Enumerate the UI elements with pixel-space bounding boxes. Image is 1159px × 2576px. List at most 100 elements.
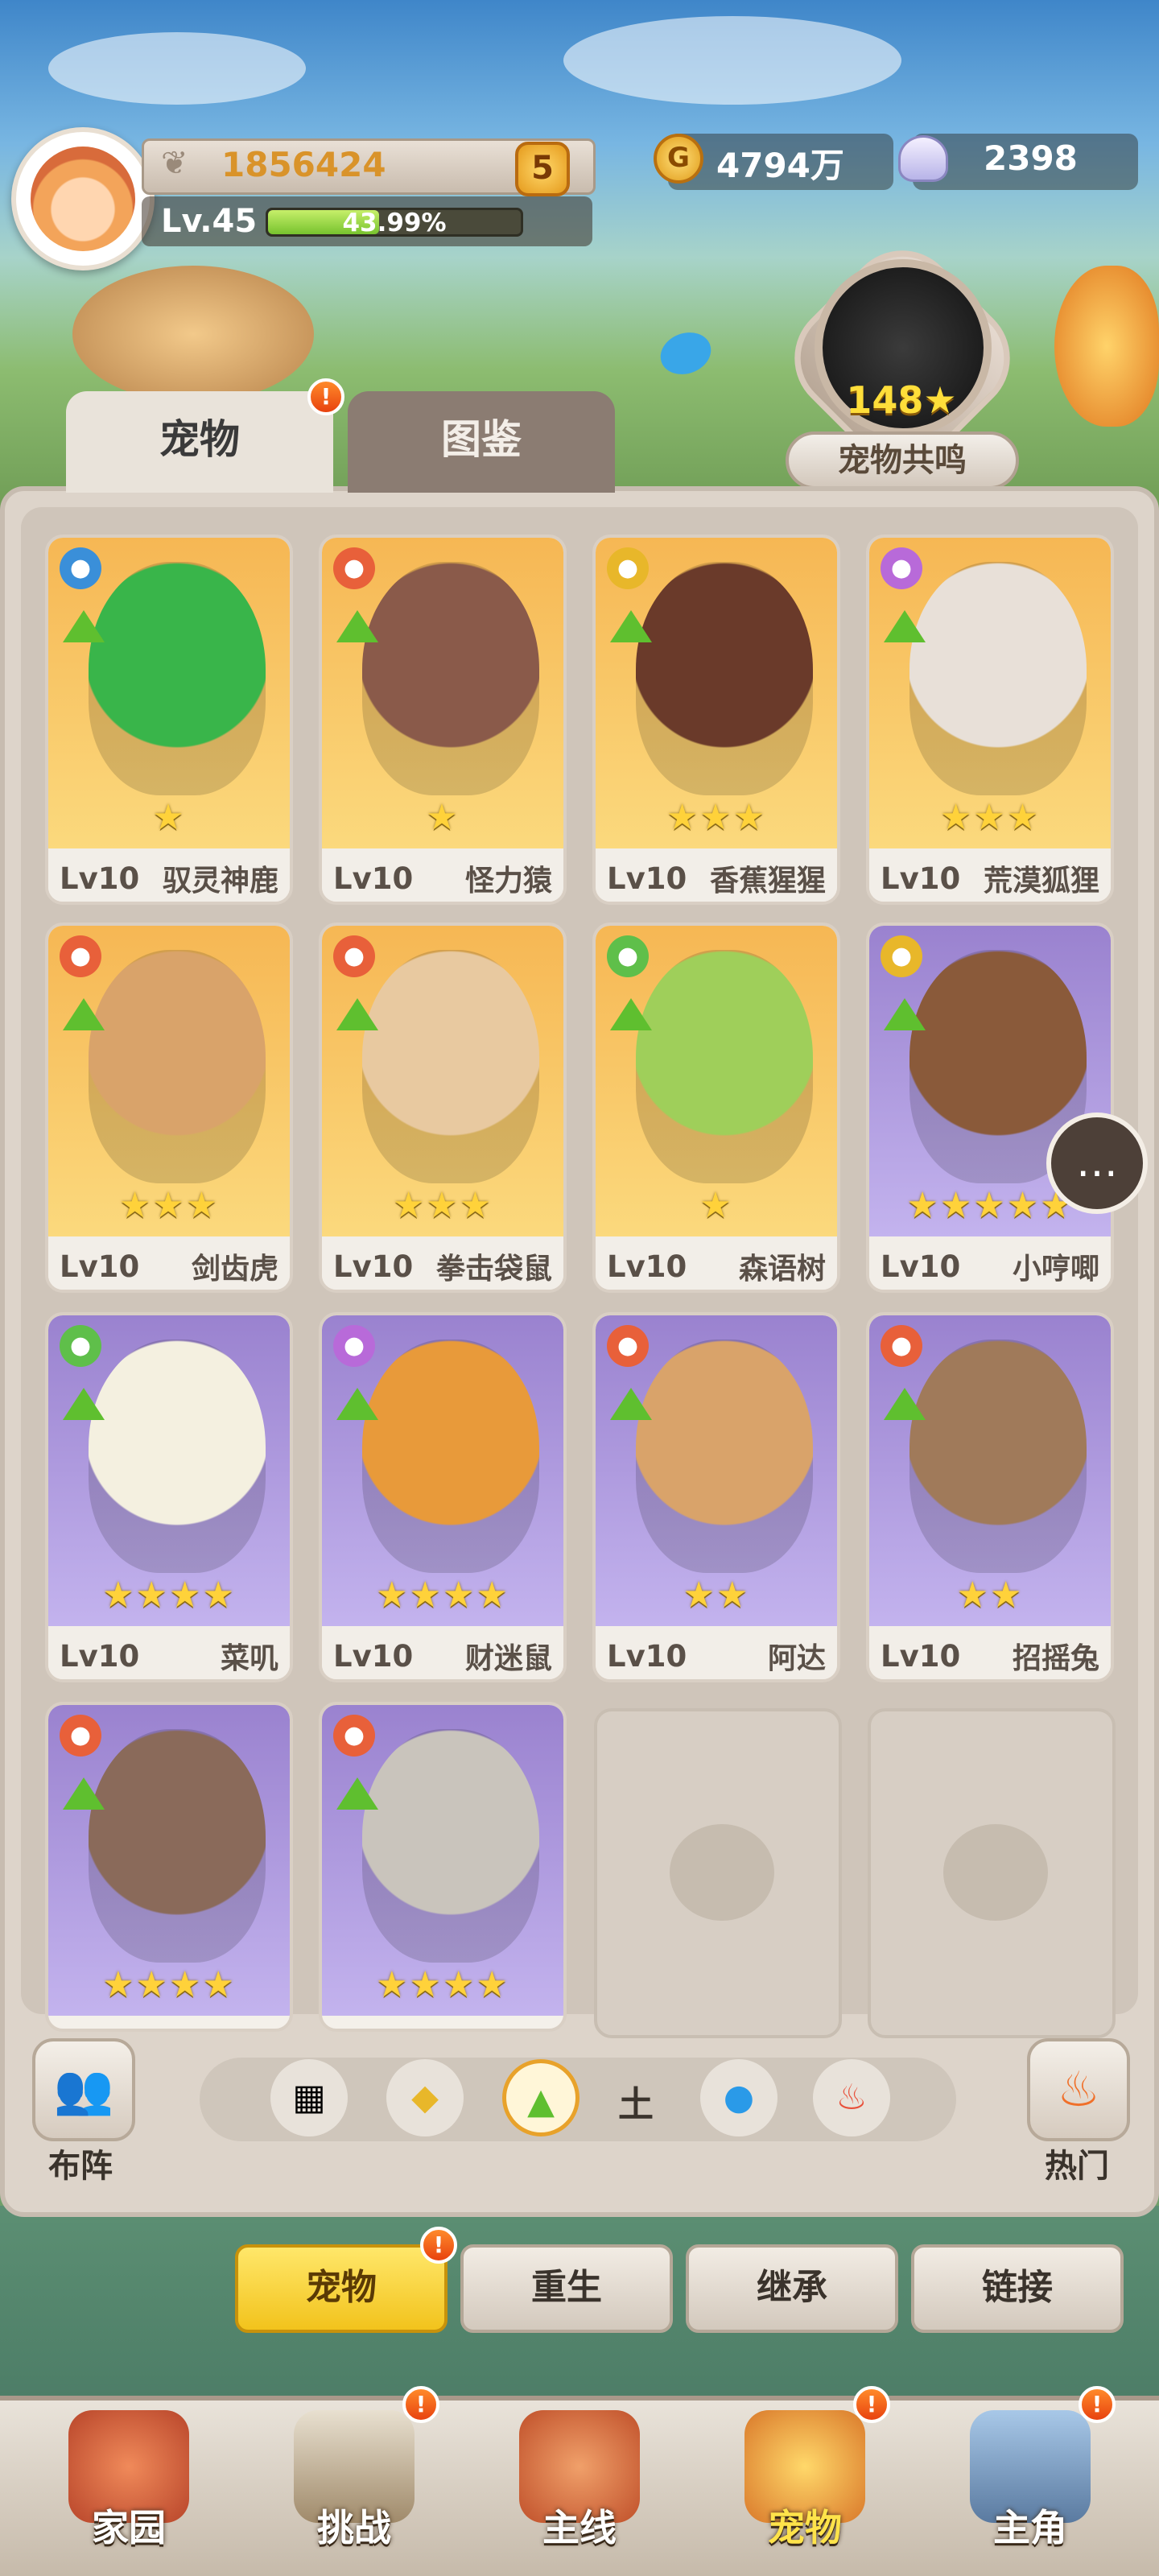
pet-stars: ★★★★ bbox=[376, 1964, 509, 2005]
coin-icon: G bbox=[654, 134, 703, 184]
sub-tab-inherit[interactable]: 继承 bbox=[686, 2244, 898, 2333]
star-icon: ★ bbox=[923, 378, 957, 422]
grass-type-icon bbox=[336, 1777, 378, 1810]
tab-codex[interactable]: 图鉴 bbox=[348, 391, 615, 493]
sub-tab-link[interactable]: 链接 bbox=[911, 2244, 1124, 2333]
spiral-icon: ● bbox=[881, 547, 922, 589]
grass-type-icon bbox=[610, 610, 652, 642]
cloud-decoration bbox=[563, 16, 901, 105]
grass-type-icon bbox=[336, 1388, 378, 1420]
pet-name: 菜叽 bbox=[220, 1642, 278, 1675]
rank-badge[interactable]: 5 bbox=[515, 142, 570, 196]
hot-button[interactable]: ♨ bbox=[1027, 2038, 1130, 2141]
all-filter-icon[interactable]: ▦ bbox=[270, 2059, 348, 2136]
chat-icon[interactable]: … bbox=[1046, 1113, 1148, 1214]
nav-home[interactable]: 家园 bbox=[32, 2402, 225, 2571]
pet-card[interactable]: ● ★ Lv10 怪力猿 bbox=[319, 535, 567, 905]
pet-name: 阿达 bbox=[767, 1642, 826, 1675]
pet-label: Lv10 荒漠狐狸 bbox=[869, 848, 1111, 902]
lineup-button[interactable]: 👥 bbox=[32, 2038, 135, 2141]
pet-label: Lv10 菜叽 bbox=[48, 1626, 290, 1679]
grass-type-icon bbox=[610, 998, 652, 1030]
grass-type-icon bbox=[63, 998, 105, 1030]
water-filter-icon[interactable]: ● bbox=[700, 2059, 777, 2136]
wings-icon: ❦ bbox=[161, 145, 188, 182]
pet-card[interactable]: ● ★ Lv10 森语树 bbox=[592, 923, 840, 1293]
pet-level: Lv10 bbox=[881, 861, 961, 896]
pet-card[interactable]: ● ★★ Lv10 阿达 bbox=[592, 1312, 840, 1682]
earth-label: 土 bbox=[618, 2084, 654, 2125]
pet-card[interactable]: ● ★★★ Lv10 剑齿虎 bbox=[45, 923, 293, 1293]
pet-name: 驭灵神鹿 bbox=[162, 865, 278, 898]
pet-portrait bbox=[362, 562, 539, 795]
pet-stars: ★★★★ bbox=[102, 1964, 236, 2005]
pet-stars: ★★★ bbox=[666, 797, 767, 838]
coin-value: 4794万 bbox=[716, 146, 844, 185]
wind-icon: ● bbox=[60, 547, 101, 589]
shield-icon: ● bbox=[881, 935, 922, 977]
pet-card[interactable]: ● ★★★ Lv10 荒漠狐狸 bbox=[866, 535, 1114, 905]
pet-card[interactable]: ● ★★ Lv10 招摇兔 bbox=[866, 1312, 1114, 1682]
fist-icon: ● bbox=[607, 1325, 649, 1367]
pet-portrait bbox=[636, 1340, 813, 1573]
nav-challenge[interactable]: 挑战 bbox=[258, 2402, 451, 2571]
resonance-label[interactable]: 宠物共鸣 bbox=[786, 431, 1019, 489]
pet-card[interactable]: ● ★★★★ Lv10 菜叽 bbox=[45, 1312, 293, 1682]
pet-level: Lv10 bbox=[607, 861, 687, 896]
cloud-decoration bbox=[48, 32, 306, 105]
fist-icon: ● bbox=[60, 935, 101, 977]
pet-level: Lv10 bbox=[333, 1249, 414, 1284]
tab-pets[interactable]: 宠物 bbox=[66, 391, 333, 493]
fist-icon: ● bbox=[333, 547, 375, 589]
pet-name: 荒漠狐狸 bbox=[983, 865, 1099, 898]
sub-tab-rebirth[interactable]: 重生 bbox=[460, 2244, 673, 2333]
grass-filter-icon[interactable]: ▲ bbox=[502, 2059, 580, 2136]
pet-portrait bbox=[89, 950, 266, 1183]
pet-card[interactable]: ● ★★★★★ Lv10 小哼唧 bbox=[866, 923, 1114, 1293]
empty-pet-slot bbox=[868, 1708, 1116, 2038]
sub-tab-pets[interactable]: 宠物 bbox=[235, 2244, 448, 2333]
pet-level: Lv10 bbox=[333, 1638, 414, 1674]
lineup-label: 布阵 bbox=[48, 2148, 113, 2185]
pet-portrait bbox=[909, 1340, 1087, 1573]
grass-type-icon bbox=[884, 610, 926, 642]
pet-label: Lv10 驭灵神鹿 bbox=[48, 848, 290, 902]
nav-pets[interactable]: 宠物 bbox=[708, 2402, 901, 2571]
nav-hero[interactable]: 主角 bbox=[934, 2402, 1127, 2571]
player-avatar[interactable] bbox=[11, 127, 155, 270]
pet-stars: ★★★★ bbox=[376, 1575, 509, 1616]
pet-name: 怪力猿 bbox=[464, 865, 552, 898]
fire-filter-icon[interactable]: ♨ bbox=[813, 2059, 890, 2136]
pet-card[interactable]: ● ★★★★ bbox=[319, 1702, 567, 2032]
paw-icon bbox=[670, 1824, 774, 1921]
pet-stars: ★ bbox=[152, 797, 186, 838]
pet-stars: ★★ bbox=[956, 1575, 1024, 1616]
player-level: Lv.45 bbox=[161, 203, 258, 240]
pet-name: 剑齿虎 bbox=[191, 1253, 278, 1286]
pet-card[interactable]: ● ★★★★ bbox=[45, 1702, 293, 2032]
pet-portrait bbox=[362, 1729, 539, 1963]
grass-type-icon bbox=[884, 1388, 926, 1420]
rock-filter-icon[interactable]: ◆ bbox=[386, 2059, 464, 2136]
pet-level: Lv10 bbox=[60, 1638, 140, 1674]
grass-type-icon bbox=[63, 610, 105, 642]
nav-main-story[interactable]: 主线 bbox=[483, 2402, 676, 2571]
pet-portrait bbox=[362, 1340, 539, 1573]
pet-label: Lv10 拳击袋鼠 bbox=[322, 1236, 563, 1290]
pet-stars: ★★★★ bbox=[102, 1575, 236, 1616]
flame-icon: ♨ bbox=[1057, 2062, 1100, 2118]
pet-stars: ★★ bbox=[683, 1575, 750, 1616]
pet-card[interactable]: ● ★ Lv10 驭灵神鹿 bbox=[45, 535, 293, 905]
grass-type-icon bbox=[63, 1777, 105, 1810]
grass-type-icon bbox=[884, 998, 926, 1030]
pet-label: Lv10 香蕉猩猩 bbox=[596, 848, 837, 902]
pet-card[interactable]: ● ★★★ Lv10 拳击袋鼠 bbox=[319, 923, 567, 1293]
pet-label: Lv10 招摇兔 bbox=[869, 1626, 1111, 1679]
spiral-icon: ● bbox=[333, 1325, 375, 1367]
heart-icon: ● bbox=[60, 1325, 101, 1367]
pet-card[interactable]: ● ★★★★ Lv10 财迷鼠 bbox=[319, 1312, 567, 1682]
alert-icon: ! bbox=[307, 378, 344, 415]
pet-name: 招摇兔 bbox=[1012, 1642, 1099, 1675]
grass-type-icon bbox=[336, 998, 378, 1030]
pet-card[interactable]: ● ★★★ Lv10 香蕉猩猩 bbox=[592, 535, 840, 905]
